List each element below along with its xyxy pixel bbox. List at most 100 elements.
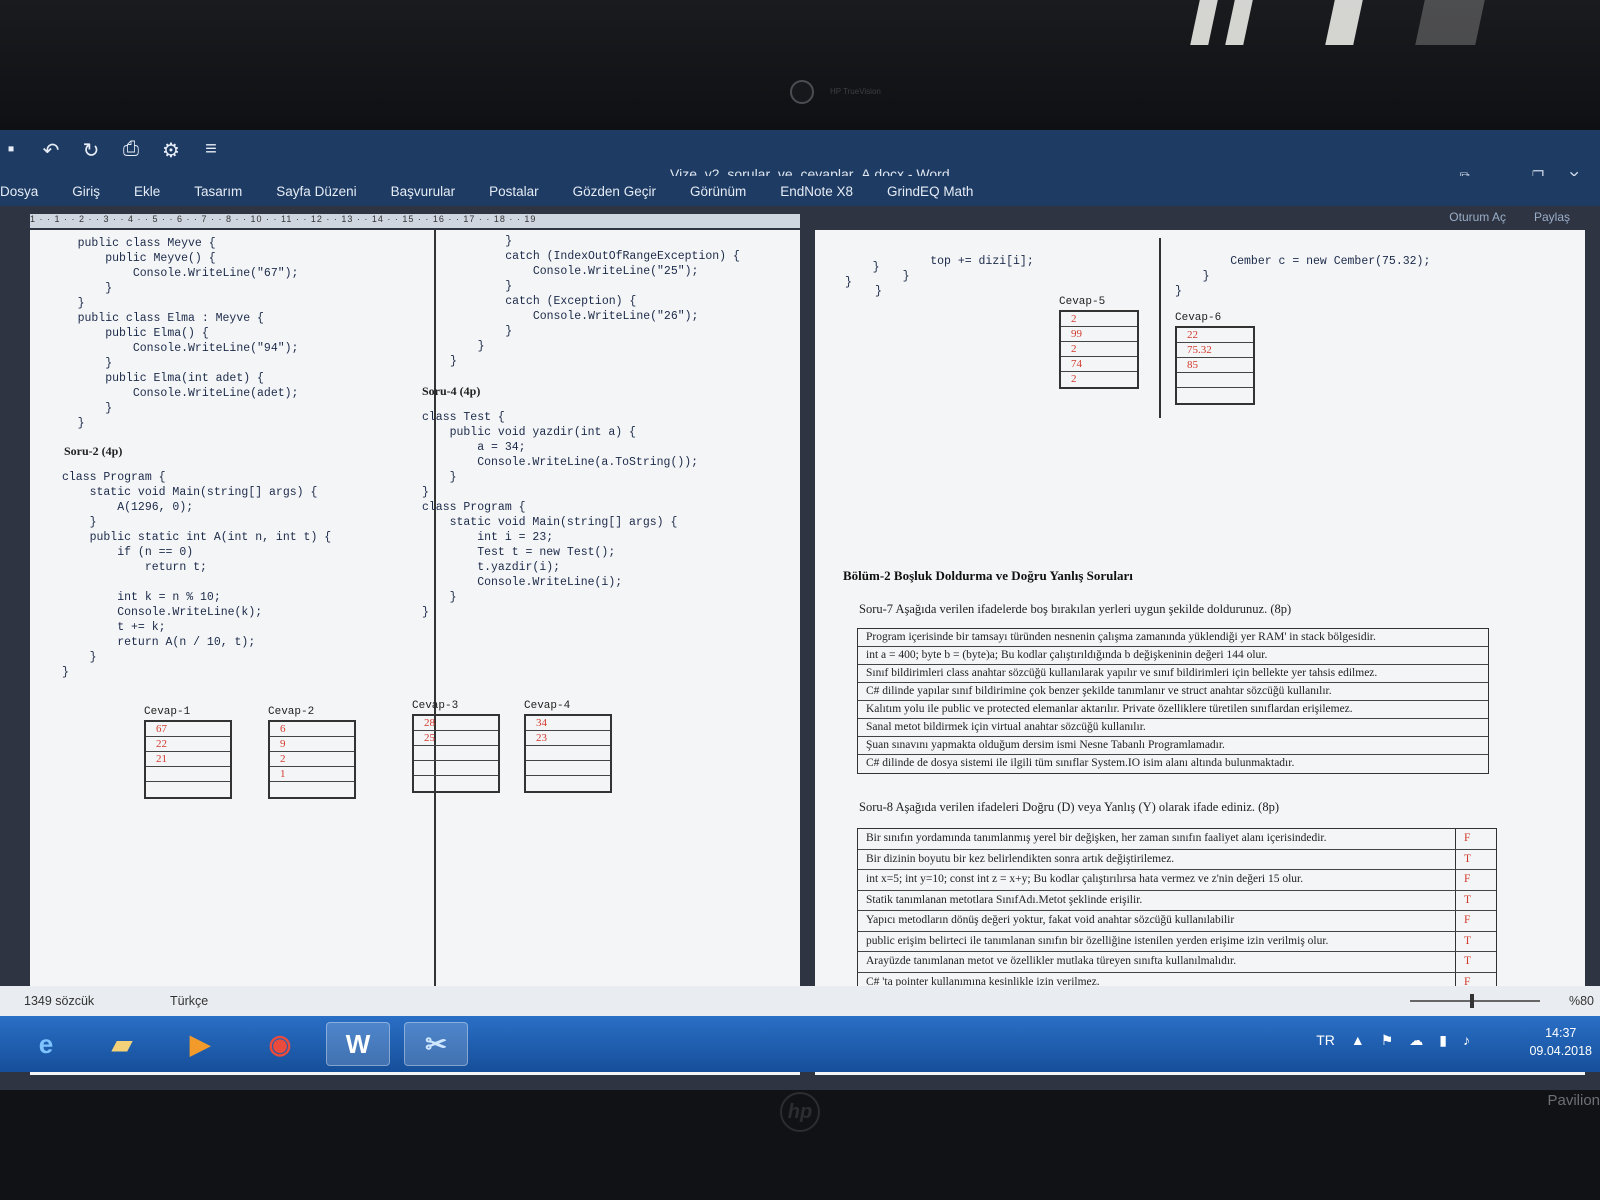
answer-cell[interactable]: 2 bbox=[1061, 342, 1137, 357]
network-icon[interactable]: ▮ bbox=[1439, 1032, 1447, 1049]
answer-cell[interactable]: 25 bbox=[414, 731, 498, 746]
document-page-right[interactable]: } } top += dizi[i]; } } Cember c = new C… bbox=[815, 230, 1585, 1075]
tf-statement: Bir dizinin boyutu bir kez belirlendikte… bbox=[858, 849, 1456, 869]
ribbon-tabs: Dosya Giriş Ekle Tasarım Sayfa Düzeni Ba… bbox=[0, 176, 1600, 206]
tab-sayfa-duzeni[interactable]: Sayfa Düzeni bbox=[276, 184, 356, 199]
tab-gorunum[interactable]: Görünüm bbox=[690, 184, 746, 199]
answer-cell[interactable]: 23 bbox=[526, 731, 610, 746]
answer-label: Cevap-1 bbox=[144, 706, 191, 718]
share-button[interactable]: Paylaş bbox=[1534, 210, 1570, 224]
answer-cell[interactable]: 9 bbox=[270, 737, 354, 752]
tf-answer[interactable]: T bbox=[1456, 932, 1496, 952]
tab-postalar[interactable]: Postalar bbox=[489, 184, 539, 199]
word-icon[interactable]: W bbox=[326, 1022, 390, 1066]
fill-row[interactable]: int a = 400; byte b = (byte)a; Bu kodlar… bbox=[858, 647, 1488, 665]
clock[interactable]: 14:37 09.04.2018 bbox=[1529, 1024, 1592, 1060]
answer-cell[interactable] bbox=[270, 782, 354, 797]
light-glare bbox=[1415, 0, 1485, 45]
tf-answer[interactable]: T bbox=[1456, 952, 1496, 972]
answer-cell[interactable] bbox=[1177, 373, 1253, 388]
tf-statement: Bir sınıfın yordamında tanımlanmış yerel… bbox=[858, 829, 1456, 849]
answer-cell[interactable]: 28 bbox=[414, 716, 498, 731]
word-count[interactable]: 1349 sözcük bbox=[24, 994, 94, 1008]
redo-icon[interactable]: ↻ bbox=[80, 138, 102, 163]
zoom-level[interactable]: %80 bbox=[1569, 994, 1594, 1008]
tf-answer[interactable]: T bbox=[1456, 891, 1496, 911]
answer-cell[interactable]: 21 bbox=[146, 752, 230, 767]
zoom-slider[interactable] bbox=[1410, 994, 1540, 1008]
answer-cell[interactable] bbox=[1177, 388, 1253, 403]
snipping-icon[interactable]: ✂ bbox=[404, 1022, 468, 1066]
cloud-icon[interactable]: ☁ bbox=[1409, 1032, 1423, 1049]
fill-row[interactable]: Şuan sınavını yapmakta olduğum dersim is… bbox=[858, 737, 1488, 755]
print-preview-icon[interactable]: ⎙ bbox=[120, 138, 142, 163]
volume-icon[interactable]: ♪ bbox=[1463, 1032, 1470, 1049]
tf-answer[interactable]: T bbox=[1456, 850, 1496, 870]
camera-label: HP TrueVision bbox=[830, 87, 881, 96]
answer-cell[interactable]: 2 bbox=[1061, 372, 1137, 387]
fill-row[interactable]: Kalıtım yolu ile public ve protected ele… bbox=[858, 701, 1488, 719]
answer-box-1: Cevap-1 67 22 21 bbox=[144, 706, 232, 799]
clock-time: 14:37 bbox=[1545, 1026, 1577, 1040]
answer-cell[interactable] bbox=[146, 782, 230, 797]
answer-cell[interactable]: 6 bbox=[270, 722, 354, 737]
answer-cell[interactable]: 75.32 bbox=[1177, 343, 1253, 358]
answer-cell[interactable] bbox=[414, 776, 498, 791]
more-icon[interactable]: ≡ bbox=[200, 138, 222, 163]
fill-row[interactable]: Sanal metot bildirmek için virtual anaht… bbox=[858, 719, 1488, 737]
answer-cell[interactable]: 85 bbox=[1177, 358, 1253, 373]
table-row: public erişim belirteci ile tanımlanan s… bbox=[858, 931, 1496, 952]
tab-dosya[interactable]: Dosya bbox=[0, 184, 38, 199]
tf-answer[interactable]: F bbox=[1456, 870, 1496, 890]
zoom-slider-thumb[interactable] bbox=[1470, 994, 1474, 1008]
media-player-icon[interactable]: ▶ bbox=[168, 1022, 232, 1066]
fill-row[interactable]: Program içerisinde bir tamsayı türünden … bbox=[858, 629, 1488, 647]
section-title: Bölüm-2 Boşluk Doldurma ve Doğru Yanlış … bbox=[843, 568, 1133, 583]
fill-row[interactable]: C# dilinde de dosya sistemi ile ilgili t… bbox=[858, 755, 1488, 773]
answer-cell[interactable]: 74 bbox=[1061, 357, 1137, 372]
answer-cell[interactable] bbox=[526, 761, 610, 776]
tab-gozden-gecir[interactable]: Gözden Geçir bbox=[573, 184, 656, 199]
fill-row[interactable]: Sınıf bildirimleri class anahtar sözcüğü… bbox=[858, 665, 1488, 683]
tab-grindeq[interactable]: GrindEQ Math bbox=[887, 184, 973, 199]
tab-giris[interactable]: Giriş bbox=[72, 184, 100, 199]
horizontal-ruler[interactable]: 1 · · 1 · · 2 · · 3 · · 4 · · 5 · · 6 · … bbox=[30, 214, 800, 228]
tab-tasarim[interactable]: Tasarım bbox=[194, 184, 242, 199]
answer-cell[interactable]: 2 bbox=[1061, 312, 1137, 327]
answer-cell[interactable] bbox=[414, 761, 498, 776]
tf-statement: public erişim belirteci ile tanımlanan s… bbox=[858, 931, 1456, 951]
tab-endnote[interactable]: EndNote X8 bbox=[780, 184, 853, 199]
tab-ekle[interactable]: Ekle bbox=[134, 184, 160, 199]
explorer-icon[interactable]: ▰ bbox=[90, 1022, 154, 1066]
answer-cell[interactable]: 22 bbox=[146, 737, 230, 752]
tab-basvurular[interactable]: Başvurular bbox=[391, 184, 456, 199]
customize-icon[interactable]: ⚙ bbox=[160, 138, 182, 163]
answer-cell[interactable] bbox=[526, 776, 610, 791]
answer-cell[interactable]: 67 bbox=[146, 722, 230, 737]
answer-table: 22 75.32 85 bbox=[1175, 326, 1255, 405]
tf-answer[interactable]: F bbox=[1456, 829, 1496, 849]
answer-cell[interactable] bbox=[414, 746, 498, 761]
answer-cell[interactable] bbox=[526, 746, 610, 761]
code-block-soru4: class Test { public void yazdir(int a) {… bbox=[422, 411, 699, 619]
answer-cell[interactable]: 2 bbox=[270, 752, 354, 767]
answer-cell[interactable]: 22 bbox=[1177, 328, 1253, 343]
save-icon[interactable]: ▪ bbox=[0, 138, 22, 163]
ie-icon[interactable]: e bbox=[14, 1022, 78, 1066]
fill-row[interactable]: C# dilinde yapılar sınıf bildirimine çok… bbox=[858, 683, 1488, 701]
table-row: Yapıcı metodların dönüş değeri yoktur, f… bbox=[858, 911, 1496, 932]
document-page-left[interactable]: public class Meyve { public Meyve() { Co… bbox=[30, 230, 800, 1075]
input-language[interactable]: TR bbox=[1316, 1032, 1335, 1049]
answer-cell[interactable]: 34 bbox=[526, 716, 610, 731]
answer-cell[interactable]: 1 bbox=[270, 767, 354, 782]
answer-cell[interactable] bbox=[146, 767, 230, 782]
undo-icon[interactable]: ↶ bbox=[40, 138, 62, 163]
language-indicator[interactable]: Türkçe bbox=[170, 994, 208, 1008]
chrome-icon[interactable]: ◉ bbox=[248, 1022, 312, 1066]
flag-icon[interactable]: ⚑ bbox=[1381, 1032, 1394, 1049]
code-fragment: top += dizi[i]; } } bbox=[875, 255, 1034, 298]
answer-cell[interactable]: 99 bbox=[1061, 327, 1137, 342]
tf-answer[interactable]: F bbox=[1456, 911, 1496, 931]
chevron-up-icon[interactable]: ▲ bbox=[1351, 1032, 1365, 1049]
sign-in-link[interactable]: Oturum Aç bbox=[1449, 210, 1506, 224]
